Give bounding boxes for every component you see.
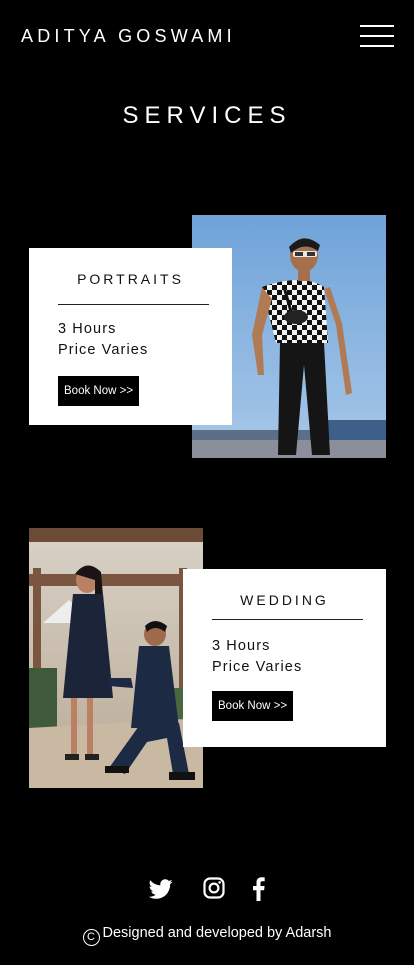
service-card-wedding: WEDDING 3 Hours Price Varies Book Now >> [183, 569, 386, 747]
copyright-icon: C [82, 929, 100, 946]
divider [212, 619, 363, 620]
page-title: SERVICES [122, 102, 292, 129]
twitter-icon[interactable] [148, 877, 174, 905]
hamburger-menu-icon[interactable] [360, 25, 394, 49]
facebook-icon[interactable] [252, 877, 266, 905]
book-now-button[interactable]: Book Now >> [212, 691, 294, 721]
service-price: Price Varies [212, 659, 303, 675]
divider [58, 304, 209, 305]
footer-text: Designed and developed by Adarsh [102, 925, 332, 941]
service-duration: 3 Hours [58, 321, 117, 337]
menu-bar [360, 35, 394, 37]
marriage-proposal-photo [29, 528, 203, 788]
book-now-button[interactable]: Book Now >> [58, 376, 140, 406]
footer-credit: C Designed and developed by Adarsh [0, 925, 414, 946]
menu-bar [360, 25, 394, 27]
wedding-photo [29, 528, 203, 788]
service-title: PORTRAITS [77, 271, 184, 287]
service-card-portraits: PORTRAITS 3 Hours Price Varies Book Now … [29, 248, 232, 425]
service-duration: 3 Hours [212, 638, 271, 654]
brand-name[interactable]: ADITYA GOSWAMI [21, 26, 236, 47]
service-title: WEDDING [240, 592, 329, 608]
service-price: Price Varies [58, 342, 149, 358]
instagram-icon[interactable] [203, 877, 225, 905]
menu-bar [360, 45, 394, 47]
